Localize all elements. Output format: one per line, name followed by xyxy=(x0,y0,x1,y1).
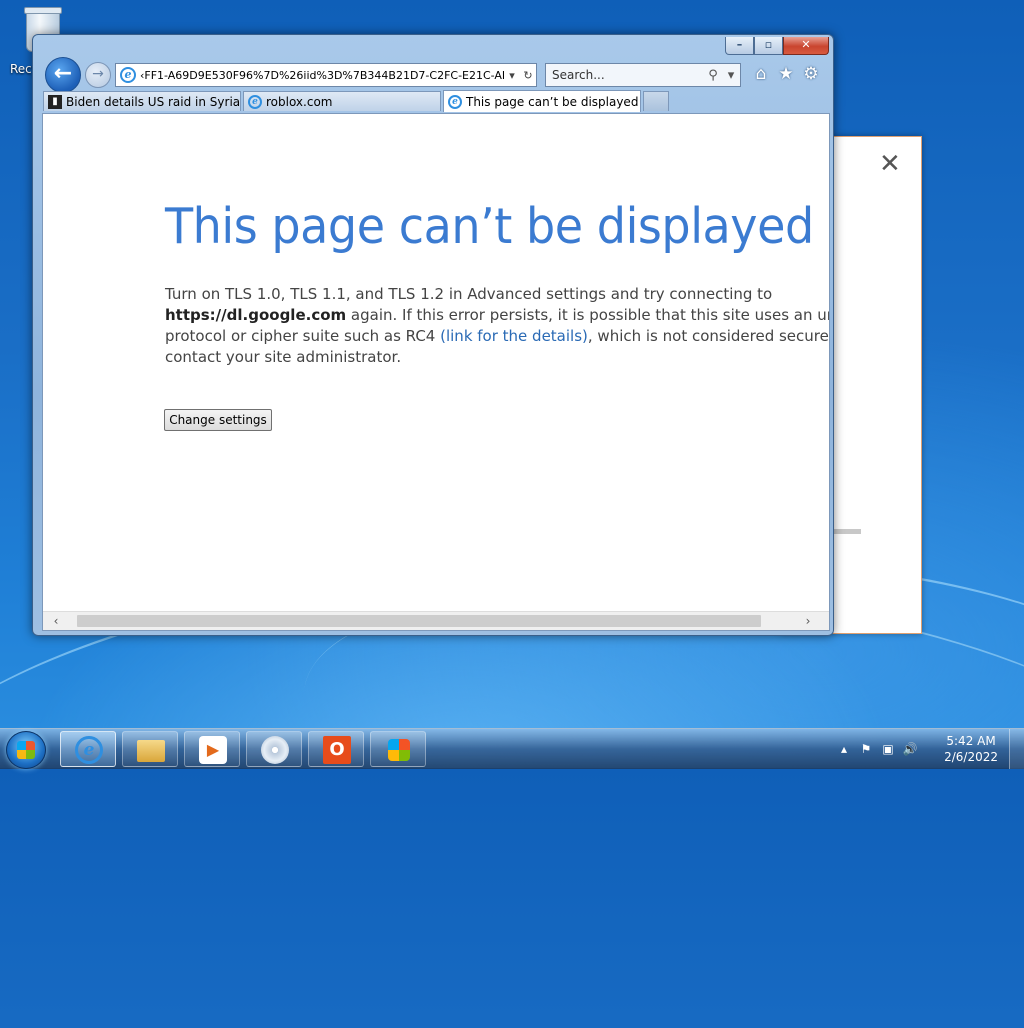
error-line-3-start: protocol or cipher suite such as RC4 xyxy=(165,327,441,345)
tab-label: This page can’t be displayed xyxy=(466,94,639,109)
address-bar[interactable]: e ‹FF1-A69D9E530F96%7D%26iid%3D%7B344B21… xyxy=(115,63,537,87)
tab-label: roblox.com xyxy=(266,94,333,109)
windows-logo-icon xyxy=(388,739,410,761)
scrollbar-thumb[interactable] xyxy=(77,615,761,627)
browser-window: – ▫ ✕ ← → e ‹FF1-A69D9E530F96%7D%26iid%3… xyxy=(32,34,834,636)
taskbar-explorer[interactable] xyxy=(122,731,178,767)
search-input[interactable]: Search... xyxy=(546,68,704,82)
tab-error-page[interactable]: e This page can’t be displayed ✕ xyxy=(443,90,641,112)
dialog-close-icon[interactable]: ✕ xyxy=(879,151,901,177)
tab-close-icon[interactable]: ✕ xyxy=(638,95,640,108)
scroll-right-icon[interactable]: › xyxy=(799,612,817,630)
volume-icon[interactable]: 🔊 xyxy=(902,741,918,757)
media-player-icon: ▶ xyxy=(199,736,227,764)
search-icon[interactable]: ⚲ xyxy=(704,68,722,83)
error-line-3: protocol or cipher suite such as RC4 (li… xyxy=(165,326,830,347)
network-icon[interactable]: ▣ xyxy=(880,741,896,757)
back-button[interactable]: ← xyxy=(45,57,81,93)
page-title: This page can’t be displayed xyxy=(165,198,814,255)
forward-arrow-icon: → xyxy=(92,66,104,82)
taskbar-dvd-maker[interactable] xyxy=(246,731,302,767)
error-line-4: contact your site administrator. xyxy=(165,348,402,366)
error-message: Turn on TLS 1.0, TLS 1.1, and TLS 1.2 in… xyxy=(165,284,830,368)
gear-icon[interactable]: ⚙ xyxy=(801,64,821,84)
show-desktop-button[interactable] xyxy=(1009,729,1024,769)
back-arrow-icon: ← xyxy=(53,61,73,86)
address-input[interactable]: ‹FF1-A69D9E530F96%7D%26iid%3D%7B344B21D7… xyxy=(140,69,504,82)
page-content: This page can’t be displayed Turn on TLS… xyxy=(42,113,830,631)
tab-roblox[interactable]: e roblox.com xyxy=(243,91,441,111)
tab-biden-news[interactable]: ▮ Biden details US raid in Syria th... xyxy=(43,91,241,111)
taskbar-office[interactable]: O xyxy=(308,731,364,767)
favorites-icon[interactable]: ★ xyxy=(776,64,796,84)
error-line-3-rest: , which is not considered secure. Please xyxy=(587,327,830,345)
clock[interactable]: 5:42 AM 2/6/2022 xyxy=(944,733,998,765)
taskbar: e ▶ O ▴ ⚑ ▣ 🔊 5:42 AM 2/6/2022 xyxy=(0,728,1024,769)
ie-icon: e xyxy=(75,736,103,764)
ie-favicon-icon: e xyxy=(448,94,462,109)
show-hidden-icons-icon[interactable]: ▴ xyxy=(836,741,852,757)
address-dropdown-icon[interactable]: ▾ xyxy=(504,69,520,82)
ie-favicon-icon: e xyxy=(248,94,262,109)
error-line-2-rest: again. If this error persists, it is pos… xyxy=(350,306,829,324)
new-tab-button[interactable] xyxy=(643,91,669,111)
forward-button[interactable]: → xyxy=(85,62,111,88)
system-tray: ▴ ⚑ ▣ 🔊 5:42 AM 2/6/2022 xyxy=(834,729,1024,769)
taskbar-internet-explorer[interactable]: e xyxy=(60,731,116,767)
horizontal-scrollbar[interactable]: ‹ › xyxy=(43,611,829,630)
scroll-left-icon[interactable]: ‹ xyxy=(47,612,65,630)
action-center-flag-icon[interactable]: ⚑ xyxy=(858,741,874,757)
start-button[interactable] xyxy=(6,731,46,769)
news-favicon-icon: ▮ xyxy=(48,94,62,109)
folder-icon xyxy=(137,740,165,762)
search-dropdown-icon[interactable]: ▾ xyxy=(722,68,740,83)
tab-strip: ▮ Biden details US raid in Syria th... e… xyxy=(43,90,669,113)
maximize-button[interactable]: ▫ xyxy=(754,37,783,55)
tab-label: Biden details US raid in Syria th... xyxy=(66,94,241,109)
change-settings-button[interactable]: Change settings xyxy=(164,409,272,431)
clock-time: 5:42 AM xyxy=(946,734,996,748)
error-line-1: Turn on TLS 1.0, TLS 1.1, and TLS 1.2 in… xyxy=(165,285,773,303)
ie-icon: e xyxy=(120,67,136,83)
taskbar-media-player[interactable]: ▶ xyxy=(184,731,240,767)
search-box[interactable]: Search... ⚲ ▾ xyxy=(545,63,741,87)
dvd-icon xyxy=(261,736,289,764)
close-button[interactable]: ✕ xyxy=(783,37,829,55)
caption-buttons: – ▫ ✕ xyxy=(725,37,829,55)
clock-date: 2/6/2022 xyxy=(944,750,998,764)
taskbar-windows-app[interactable] xyxy=(370,731,426,767)
refresh-icon[interactable]: ↻ xyxy=(520,69,536,82)
minimize-button[interactable]: – xyxy=(725,37,754,55)
host-name: https://dl.google.com xyxy=(165,306,347,324)
home-icon[interactable]: ⌂ xyxy=(751,64,771,84)
error-line-2: https://dl.google.com again. If this err… xyxy=(165,305,829,326)
office-icon: O xyxy=(323,736,351,764)
details-link[interactable]: (link for the details) xyxy=(440,327,588,345)
